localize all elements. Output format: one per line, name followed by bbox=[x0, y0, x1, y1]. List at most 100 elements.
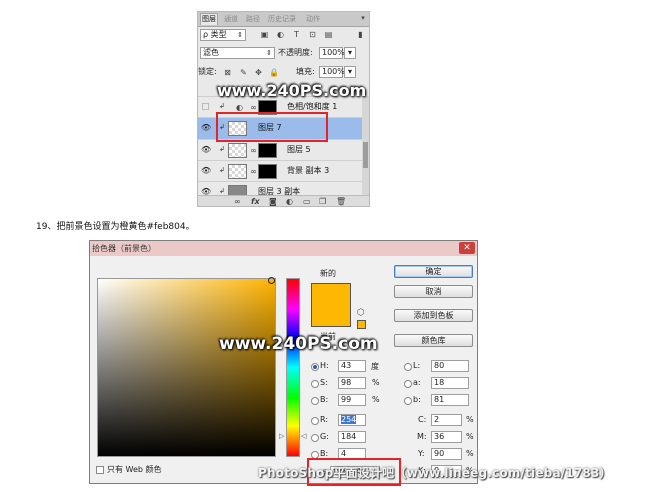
tab-history[interactable]: 历史记录 bbox=[267, 14, 297, 25]
new-color-swatch bbox=[311, 283, 351, 327]
adjustment-icon[interactable]: ◐ bbox=[286, 196, 293, 206]
hue-input[interactable]: 43 bbox=[338, 360, 366, 372]
shape-filter-icon[interactable]: ⊡ bbox=[308, 30, 317, 39]
clipping-icon: ↲ bbox=[219, 166, 225, 174]
saturation-unit: % bbox=[372, 378, 380, 387]
radio-hue[interactable] bbox=[311, 363, 319, 371]
lab-a-input[interactable]: 18 bbox=[431, 377, 469, 389]
dialog-titlebar: 拾色器（前景色） ✕ bbox=[90, 241, 477, 256]
blue-label: B: bbox=[320, 449, 329, 458]
mask-icon[interactable]: ◙ bbox=[269, 196, 277, 206]
close-icon[interactable]: ✕ bbox=[459, 242, 475, 254]
add-to-swatches-button[interactable]: 添加到色板 bbox=[394, 309, 473, 322]
link-icon[interactable]: ∞ bbox=[234, 196, 241, 206]
eye-icon[interactable]: 👁 bbox=[201, 123, 211, 133]
cyan-input[interactable]: 2 bbox=[431, 414, 462, 426]
yellow-input[interactable]: 90 bbox=[431, 448, 462, 460]
out-of-gamut-cube-icon[interactable]: ⬡ bbox=[357, 308, 365, 318]
new-layer-icon[interactable]: ❐ bbox=[319, 196, 326, 206]
magenta-input[interactable]: 36 bbox=[431, 431, 462, 443]
green-label: G: bbox=[320, 432, 329, 441]
lab-l-label: L: bbox=[413, 361, 421, 370]
tab-channels[interactable]: 通道 bbox=[223, 14, 239, 25]
layer-thumbnail bbox=[228, 143, 247, 158]
adjustment-filter-icon[interactable]: ◐ bbox=[276, 30, 285, 39]
lock-all-icon[interactable]: 🔒 bbox=[269, 68, 279, 77]
lab-a-label: a: bbox=[413, 378, 421, 387]
radio-saturation[interactable] bbox=[311, 380, 319, 388]
lock-transparency-icon[interactable]: ⊠ bbox=[223, 68, 232, 77]
hue-slider-right-arrow[interactable]: ◁ bbox=[301, 432, 306, 440]
blend-mode-select[interactable]: 滤色 ⇕ bbox=[200, 47, 275, 59]
cyan-label: C: bbox=[418, 415, 427, 424]
trash-icon[interactable]: 🗑 bbox=[336, 196, 346, 206]
lab-b-input[interactable]: 81 bbox=[431, 394, 469, 406]
layer-row-layer5[interactable]: 👁 ↲ ∞ 图层 5 bbox=[198, 139, 362, 160]
filter-toggle-icon[interactable]: ▮ bbox=[356, 30, 365, 39]
eye-icon[interactable]: 👁 bbox=[201, 166, 211, 176]
chain-link-icon: ∞ bbox=[250, 103, 257, 112]
fx-icon[interactable]: fx bbox=[251, 196, 260, 206]
pixel-filter-icon[interactable]: ▣ bbox=[260, 30, 269, 39]
yellow-unit: % bbox=[466, 449, 474, 458]
red-input-value: 254 bbox=[341, 415, 357, 424]
lock-position-icon[interactable]: ✥ bbox=[254, 68, 263, 77]
cancel-button[interactable]: 取消 bbox=[394, 285, 473, 298]
layer-row-background-copy3[interactable]: 👁 ↲ ∞ 背景 副本 3 bbox=[198, 160, 362, 181]
color-picker-dialog: 拾色器（前景色） ✕ ▷ ◁ 新的 ⬡ 当前 确定 取消 添加到色板 颜色库 H… bbox=[89, 240, 478, 484]
brightness-unit: % bbox=[372, 395, 380, 404]
color-field-marker[interactable] bbox=[268, 277, 275, 284]
green-input[interactable]: 184 bbox=[338, 431, 366, 443]
brightness-input[interactable]: 99 bbox=[338, 394, 366, 406]
layers-bottom-bar: ∞ fx ◙ ◐ ▭ ❐ 🗑 bbox=[198, 195, 369, 206]
folder-icon[interactable]: ▭ bbox=[303, 196, 311, 206]
radio-brightness[interactable] bbox=[311, 397, 319, 405]
magenta-label: M: bbox=[417, 432, 427, 441]
layers-panel-tabbar: 图层 通道 路径 历史记录 动作 ▾ bbox=[198, 12, 369, 27]
lock-image-icon[interactable]: ✎ bbox=[239, 68, 248, 77]
radio-lab-a[interactable] bbox=[404, 380, 412, 388]
lab-l-input[interactable]: 80 bbox=[431, 360, 469, 372]
watermark-bottom: PhotoShop平面设计吧（www.lineeg.com/tieba/1783… bbox=[258, 466, 612, 480]
saturation-input[interactable]: 98 bbox=[338, 377, 366, 389]
scrollbar-thumb[interactable] bbox=[363, 142, 368, 168]
hue-slider[interactable] bbox=[286, 278, 300, 457]
visibility-toggle-off[interactable] bbox=[202, 103, 209, 110]
opacity-dropdown[interactable]: ▾ bbox=[344, 47, 356, 59]
tab-paths[interactable]: 路径 bbox=[245, 14, 261, 25]
layer-name: 背景 副本 3 bbox=[287, 166, 330, 175]
color-field[interactable] bbox=[97, 278, 276, 457]
type-filter-icon[interactable]: T bbox=[292, 30, 301, 39]
clipping-icon: ↲ bbox=[219, 145, 225, 153]
fill-label: 填充: bbox=[296, 67, 315, 76]
cyan-unit: % bbox=[466, 415, 474, 424]
hue-unit: 度 bbox=[371, 362, 379, 371]
fill-input[interactable]: 100% bbox=[319, 66, 345, 78]
red-input[interactable]: 254 bbox=[338, 414, 366, 426]
highlight-box-layer7 bbox=[216, 112, 328, 142]
panel-menu-icon[interactable]: ▾ bbox=[359, 13, 367, 24]
adjustment-layer-icon: ◐ bbox=[236, 103, 243, 112]
tab-actions[interactable]: 动作 bbox=[305, 14, 321, 25]
tab-layers[interactable]: 图层 bbox=[200, 13, 218, 25]
eye-icon[interactable]: 👁 bbox=[201, 145, 211, 155]
ok-button[interactable]: 确定 bbox=[394, 265, 473, 278]
layer-name: 图层 5 bbox=[287, 145, 311, 154]
layer-mask-thumbnail bbox=[258, 143, 277, 158]
radio-lab-b[interactable] bbox=[404, 397, 412, 405]
smart-object-filter-icon[interactable]: ▤ bbox=[324, 30, 333, 39]
lock-label: 锁定: bbox=[198, 67, 217, 76]
radio-red[interactable] bbox=[311, 417, 319, 425]
radio-green[interactable] bbox=[311, 434, 319, 442]
radio-lightness[interactable] bbox=[404, 363, 412, 371]
fill-dropdown[interactable]: ▾ bbox=[344, 66, 356, 78]
color-libraries-button[interactable]: 颜色库 bbox=[394, 334, 473, 347]
yellow-label: Y: bbox=[418, 449, 425, 458]
hue-slider-left-arrow[interactable]: ▷ bbox=[279, 432, 284, 440]
layers-scrollbar[interactable] bbox=[362, 96, 369, 206]
clipping-icon: ↲ bbox=[219, 187, 225, 195]
opacity-input[interactable]: 100% bbox=[319, 47, 345, 59]
web-colors-only-checkbox[interactable] bbox=[96, 466, 104, 474]
web-safe-color-swatch[interactable] bbox=[357, 320, 366, 329]
layer-filter-select[interactable]: ρ 类型 ⇕ bbox=[200, 29, 246, 41]
